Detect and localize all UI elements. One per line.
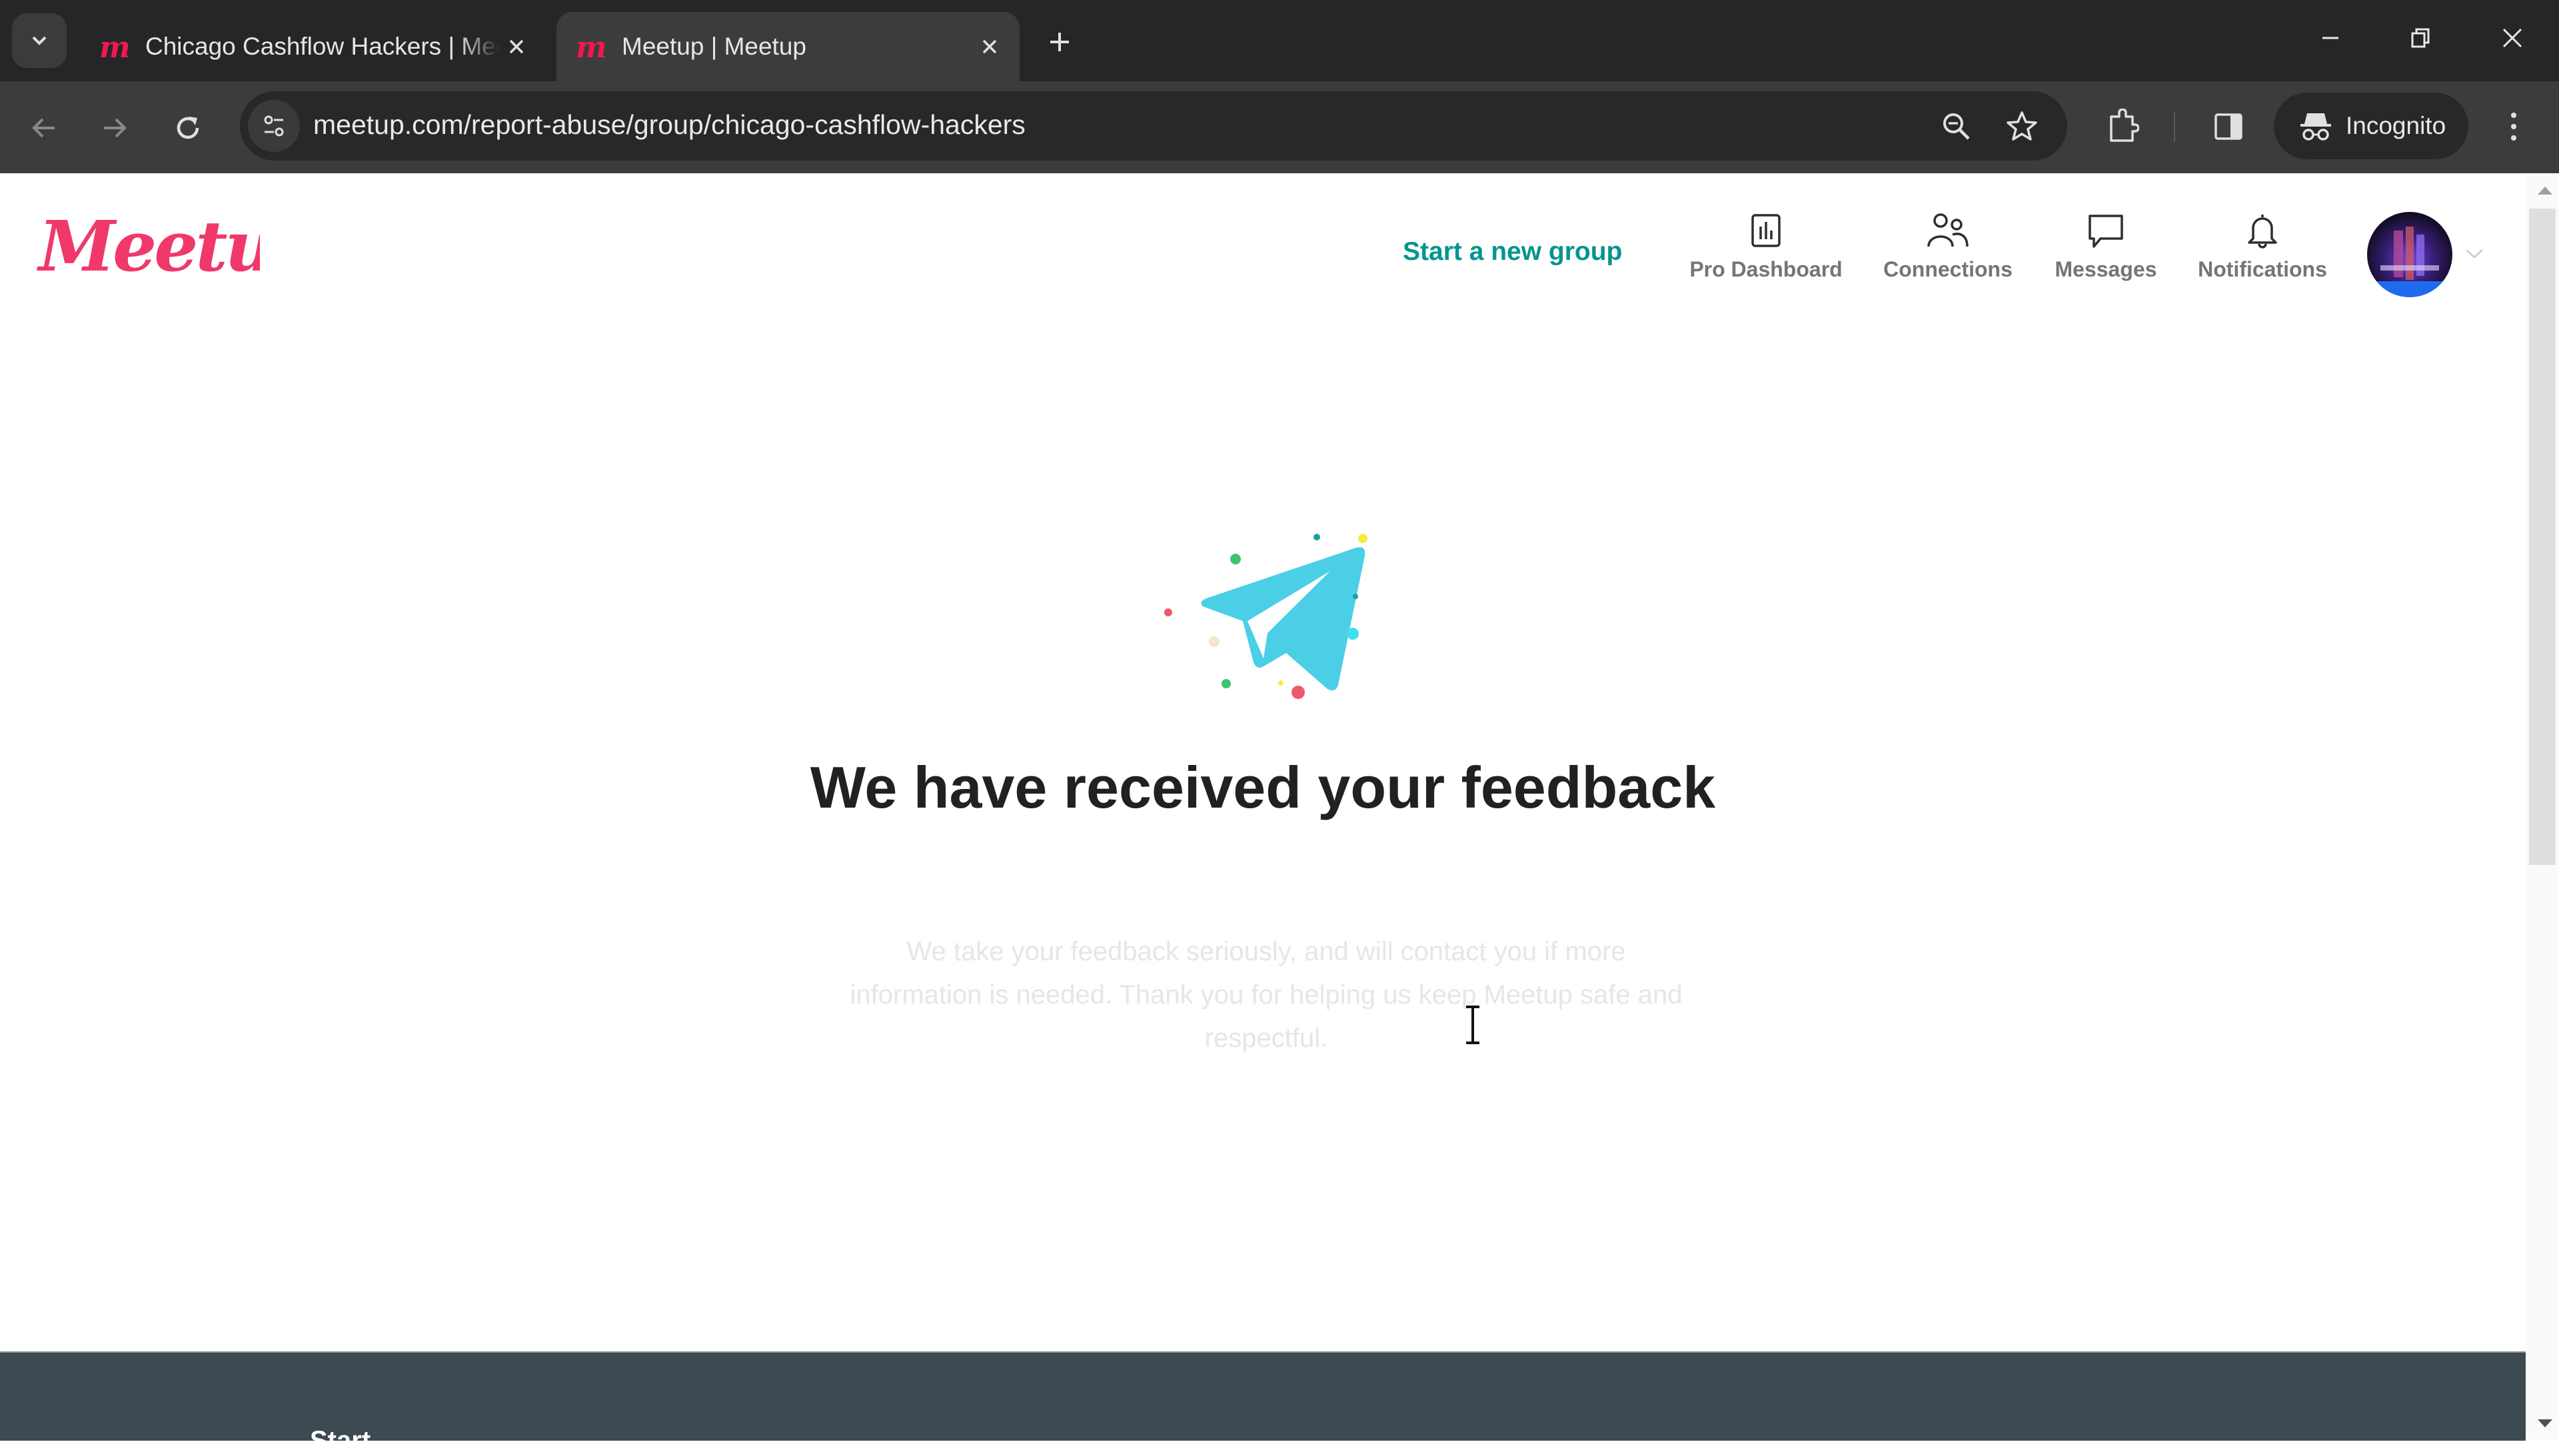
star-icon: [2007, 111, 2037, 141]
chevron-down-icon: [2466, 249, 2483, 259]
toolbar-separator: [2174, 112, 2175, 141]
bar-chart-icon: [1751, 214, 1781, 247]
url-text[interactable]: meetup.com/report-abuse/group/chicago-ca…: [313, 109, 1026, 141]
new-tab-button[interactable]: [1043, 25, 1076, 59]
svg-text:m: m: [576, 31, 605, 63]
meetup-favicon-icon: m: [571, 29, 607, 65]
puzzle-icon: [2110, 109, 2139, 142]
nav-label: Connections: [1883, 257, 2013, 281]
zoom-out-icon: [1943, 113, 1970, 140]
more-vert-icon: [2511, 113, 2516, 141]
svg-text:m: m: [99, 31, 129, 63]
chat-bubble-icon: [2089, 215, 2123, 248]
tab-meetup-active[interactable]: m Meetup | Meetup: [556, 12, 1020, 81]
avatar-image: [2367, 212, 2452, 297]
restore-button[interactable]: [2398, 17, 2444, 59]
tab-chicago-cashflow-hackers[interactable]: m Chicago Cashflow Hackers | Meetup: [80, 12, 546, 81]
meetup-favicon-icon: m: [95, 29, 131, 65]
incognito-indicator[interactable]: Incognito: [2274, 93, 2468, 159]
people-icon: [1927, 213, 1969, 247]
minimize-icon: [2322, 37, 2338, 39]
tab-title: Meetup | Meetup: [622, 33, 806, 60]
tab-search-button[interactable]: [12, 13, 67, 68]
reload-button[interactable]: [168, 108, 208, 148]
site-info-button[interactable]: [248, 100, 300, 152]
close-tab-icon[interactable]: [973, 30, 1006, 63]
paper-plane-illustration: [1133, 506, 1399, 710]
footer-heading: Start: [310, 1426, 371, 1455]
nav-label: Messages: [2055, 257, 2157, 281]
restore-icon: [2411, 28, 2430, 48]
extensions-button[interactable]: [2101, 105, 2144, 148]
reload-icon: [177, 117, 199, 139]
profile-menu-chevron[interactable]: [2464, 248, 2484, 263]
nav-label: Pro Dashboard: [1689, 257, 1843, 281]
plus-icon: [1050, 33, 1069, 51]
nav-notifications[interactable]: Notifications: [2186, 212, 2339, 282]
tune-icon: [264, 115, 284, 137]
confirmation-heading: We have received your feedback: [810, 754, 1716, 820]
nav-pro-dashboard[interactable]: Pro Dashboard: [1689, 212, 1843, 282]
browser-menu-button[interactable]: [2492, 105, 2535, 148]
incognito-icon: [2300, 113, 2331, 141]
site-footer: [0, 1351, 2526, 1441]
confirmation-message: We take your feedback seriously, and wil…: [850, 937, 1683, 1053]
close-tab-icon[interactable]: [500, 30, 533, 63]
scrollbar-thumb[interactable]: [2529, 209, 2556, 865]
side-panel-icon: [2214, 113, 2242, 140]
incognito-label: Incognito: [2346, 112, 2446, 139]
arrow-left-icon: [32, 118, 55, 138]
paper-plane-icon: [1164, 534, 1367, 699]
nav-messages[interactable]: Messages: [2029, 212, 2182, 282]
back-button[interactable]: [24, 108, 64, 148]
chevron-down-icon: [32, 36, 47, 45]
bell-icon: [2248, 215, 2277, 249]
arrow-right-icon: [104, 118, 127, 138]
meetup-logo[interactable]: Meetup: [33, 205, 323, 302]
text-cursor-icon: [1463, 1005, 1482, 1048]
scroll-down-arrow-icon[interactable]: [2536, 1418, 2554, 1432]
forward-button[interactable]: [95, 108, 135, 148]
minimize-button[interactable]: [2307, 17, 2354, 59]
tab-title: Chicago Cashflow Hackers | Meetup: [145, 33, 500, 60]
nav-connections[interactable]: Connections: [1871, 212, 2025, 282]
side-panel-button[interactable]: [2207, 105, 2250, 148]
bookmark-button[interactable]: [2001, 105, 2043, 148]
svg-text:Meetup: Meetup: [37, 212, 260, 287]
nav-label: Notifications: [2198, 257, 2327, 281]
start-new-group-link[interactable]: Start a new group: [1403, 237, 1622, 267]
meetup-logo-icon: Meetup: [37, 205, 323, 287]
close-icon: [2502, 28, 2522, 48]
user-avatar[interactable]: [2367, 212, 2452, 297]
close-window-button[interactable]: [2489, 17, 2536, 59]
scroll-up-arrow-icon[interactable]: [2536, 185, 2554, 199]
zoom-button[interactable]: [1935, 105, 1978, 148]
